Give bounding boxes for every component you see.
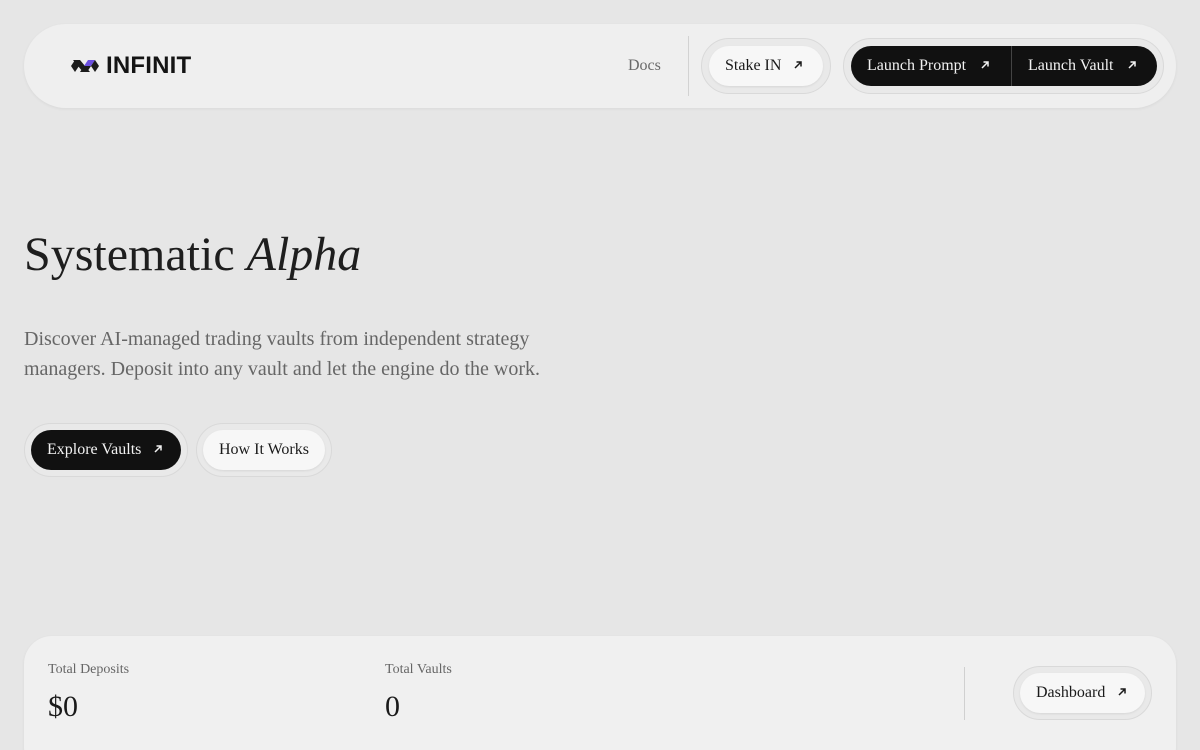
launch-prompt-label: Launch Prompt: [867, 57, 967, 74]
arrow-up-right-icon: [980, 56, 990, 76]
top-navbar: INFINIT Docs Stake IN Launch Prompt Laun…: [24, 24, 1176, 108]
hero-title-plain: Systematic: [24, 228, 235, 281]
total-deposits-label: Total Deposits: [48, 662, 130, 677]
total-vaults-label: Total Vaults: [385, 662, 452, 677]
dashboard-label: Dashboard: [1036, 684, 1106, 701]
brand-name: INFINIT: [106, 52, 192, 79]
docs-link[interactable]: Docs: [628, 56, 661, 76]
explore-vaults-label: Explore Vaults: [47, 441, 142, 458]
launch-prompt-button[interactable]: Launch Prompt: [851, 46, 1011, 86]
hero-title: Systematic Alpha: [24, 226, 361, 284]
arrow-up-right-icon: [1117, 683, 1127, 703]
nav-divider: [688, 36, 689, 96]
how-it-works-button[interactable]: How It Works: [203, 430, 325, 470]
hero-subtitle: Discover AI-managed trading vaults from …: [24, 328, 540, 380]
brand-logo[interactable]: INFINIT: [70, 53, 191, 79]
total-vaults-value: 0: [385, 690, 400, 723]
stake-in-label: Stake IN: [725, 57, 782, 74]
how-it-works-label: How It Works: [219, 441, 309, 458]
total-deposits-value: $0: [48, 690, 78, 723]
launch-vault-button[interactable]: Launch Vault: [1012, 46, 1157, 86]
stake-in-button[interactable]: Stake IN: [709, 46, 823, 86]
arrow-up-right-icon: [153, 440, 163, 460]
arrow-up-right-icon: [793, 56, 803, 76]
stats-divider: [964, 667, 965, 720]
arrow-up-right-icon: [1127, 56, 1137, 76]
explore-vaults-button[interactable]: Explore Vaults: [31, 430, 181, 470]
launch-vault-label: Launch Vault: [1028, 57, 1114, 74]
infinit-logo-icon: [70, 56, 100, 76]
dashboard-button[interactable]: Dashboard: [1020, 673, 1145, 713]
stats-card: Total Deposits $0 Total Vaults 0: [24, 636, 1176, 750]
hero-title-italic: Alpha: [246, 228, 362, 281]
